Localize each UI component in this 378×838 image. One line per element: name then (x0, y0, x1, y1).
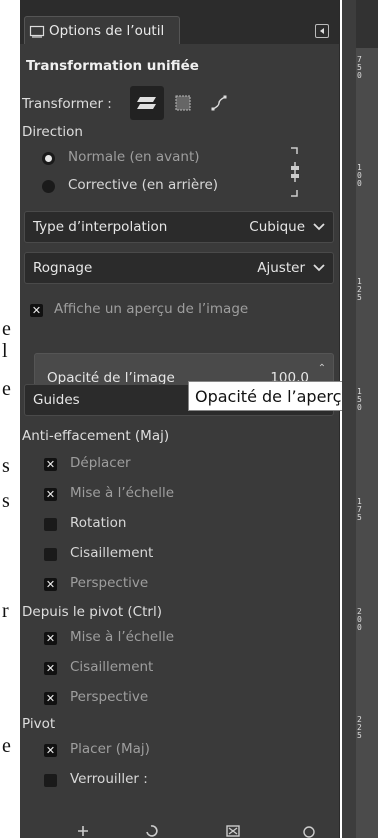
dock-tabbar: Options de l’outil (20, 0, 339, 44)
ruler-tick-group: 125 (357, 277, 362, 302)
save-preset-icon[interactable] (76, 824, 90, 838)
document-text-strip: e l e s s r e (0, 0, 20, 838)
constrain-scale-checkbox[interactable]: ✕ (44, 488, 57, 501)
constrain-scale-label[interactable]: Mise à l’échelle (70, 485, 174, 501)
direction-corrective-radio[interactable] (42, 180, 55, 193)
interpolation-value: Cubique (249, 219, 305, 235)
pivot-shear-label[interactable]: Cisaillement (70, 659, 153, 675)
pivot-label: Pivot (22, 716, 56, 732)
delete-preset-icon[interactable] (226, 824, 240, 838)
transform-selection-button[interactable] (166, 86, 200, 120)
ruler-tick-group: 100 (357, 163, 362, 188)
doc-letter: l (2, 340, 8, 362)
constrain-shear-label[interactable]: Cisaillement (70, 545, 153, 561)
pivot-lock-label[interactable]: Verrouiller : (70, 771, 148, 787)
canvas-edge: 750 100 125 150 175 200 225 (342, 0, 378, 838)
reset-icon[interactable] (302, 824, 316, 838)
doc-letter: s (2, 490, 10, 512)
pivot-perspective-checkbox[interactable]: ✕ (44, 692, 57, 705)
chevron-up-icon[interactable]: ⌃ (317, 360, 327, 378)
transform-label: Transformer : (22, 96, 112, 112)
direction-label: Direction (22, 124, 83, 140)
pivot-shear-checkbox[interactable]: ✕ (44, 662, 57, 675)
transform-path-button[interactable] (202, 86, 236, 120)
constrain-label: Anti-effacement (Maj) (22, 428, 170, 444)
ruler-tick-group: 200 (357, 607, 362, 632)
direction-normal-radio[interactable] (42, 152, 55, 165)
constrain-perspective-label[interactable]: Perspective (70, 575, 148, 591)
chain-link-icon[interactable] (288, 144, 302, 200)
tool-title: Transformation unifiée (26, 58, 199, 74)
direction-normal-label[interactable]: Normale (en avant) (68, 149, 200, 165)
constrain-rotate-label[interactable]: Rotation (70, 515, 126, 531)
vertical-ruler[interactable]: 750 100 125 150 175 200 225 (356, 48, 378, 838)
ruler-corner (356, 0, 378, 48)
clipping-value: Ajuster (257, 260, 305, 276)
pivot-scale-label[interactable]: Mise à l’échelle (70, 629, 174, 645)
transform-layer-button[interactable] (130, 86, 164, 120)
tab-tool-options[interactable]: Options de l’outil (24, 16, 180, 44)
interpolation-combo[interactable]: Type d’interpolation Cubique (24, 211, 334, 243)
constrain-move-label[interactable]: Déplacer (70, 455, 131, 471)
transform-row: Transformer : (20, 86, 340, 122)
doc-letter: e (2, 735, 11, 757)
doc-letter: s (2, 455, 10, 477)
guides-label: Guides (33, 392, 80, 408)
path-icon (211, 95, 227, 111)
restore-preset-icon[interactable] (144, 824, 158, 838)
tab-label: Options de l’outil (49, 22, 165, 39)
layer-icon (137, 97, 156, 109)
preview-label[interactable]: Affiche un aperçu de l’image (54, 301, 248, 317)
pivot-perspective-label[interactable]: Perspective (70, 689, 148, 705)
pivot-from-label: Depuis le pivot (Ctrl) (22, 604, 162, 620)
ruler-tick-group: 750 (357, 55, 362, 80)
preview-checkbox[interactable]: ✕ (30, 304, 43, 317)
chevron-down-icon (313, 223, 325, 231)
clipping-combo[interactable]: Rognage Ajuster (24, 252, 334, 284)
doc-letter: r (2, 600, 9, 622)
opacity-tooltip: Opacité de l’aperçu (188, 381, 366, 411)
doc-letter: e (2, 378, 11, 400)
tab-menu-button[interactable] (315, 24, 329, 38)
tool-options-panel: Options de l’outil Transformation unifié… (20, 0, 340, 838)
ruler-tick-group: 175 (357, 497, 362, 522)
constrain-rotate-checkbox[interactable] (44, 518, 57, 531)
pivot-lock-checkbox[interactable] (44, 774, 57, 787)
ruler-tick-group: 225 (357, 715, 362, 740)
interpolation-label: Type d’interpolation (33, 219, 168, 235)
pivot-snap-label[interactable]: Placer (Maj) (70, 741, 150, 757)
constrain-shear-checkbox[interactable] (44, 548, 57, 561)
clipping-label: Rognage (33, 260, 93, 276)
pivot-snap-checkbox[interactable]: ✕ (44, 744, 57, 757)
selection-icon (175, 95, 191, 111)
tool-options-icon (29, 25, 45, 38)
doc-letter: e (2, 318, 11, 340)
constrain-perspective-checkbox[interactable]: ✕ (44, 578, 57, 591)
direction-corrective-label[interactable]: Corrective (en arrière) (68, 177, 218, 193)
constrain-move-checkbox[interactable]: ✕ (44, 458, 57, 471)
bottom-toolbar (40, 814, 360, 838)
pivot-scale-checkbox[interactable]: ✕ (44, 632, 57, 645)
chevron-down-icon (313, 264, 325, 272)
ruler-tick-group: 150 (357, 387, 362, 412)
